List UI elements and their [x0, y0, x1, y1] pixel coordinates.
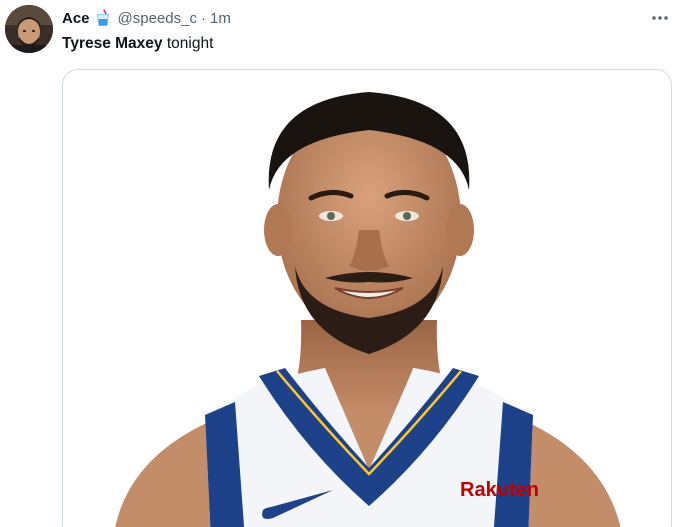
avatar-image	[5, 5, 53, 53]
timestamp[interactable]: 1m	[210, 10, 231, 27]
player-photo: Rakuten	[63, 70, 671, 527]
tweet-text-bold: Tyrese Maxey	[62, 35, 163, 52]
cup-with-straw-icon	[94, 9, 112, 27]
tweet-media[interactable]: Rakuten	[62, 69, 672, 527]
more-button[interactable]	[649, 8, 671, 28]
display-name[interactable]: Ace	[62, 10, 90, 27]
tweet-text-rest: tonight	[162, 35, 214, 52]
tweet-text: Tyrese Maxey tonight	[62, 33, 213, 55]
jersey-sponsor-text: Rakuten	[460, 479, 539, 501]
tweet: Ace @speeds_c · 1m Tyrese Maxey tonight	[0, 0, 681, 527]
user-handle[interactable]: @speeds_c	[118, 10, 197, 27]
separator-dot: ·	[200, 9, 206, 27]
tweet-header: Ace @speeds_c · 1m	[62, 8, 231, 28]
more-horizontal-icon	[652, 16, 668, 20]
avatar[interactable]	[5, 5, 53, 53]
